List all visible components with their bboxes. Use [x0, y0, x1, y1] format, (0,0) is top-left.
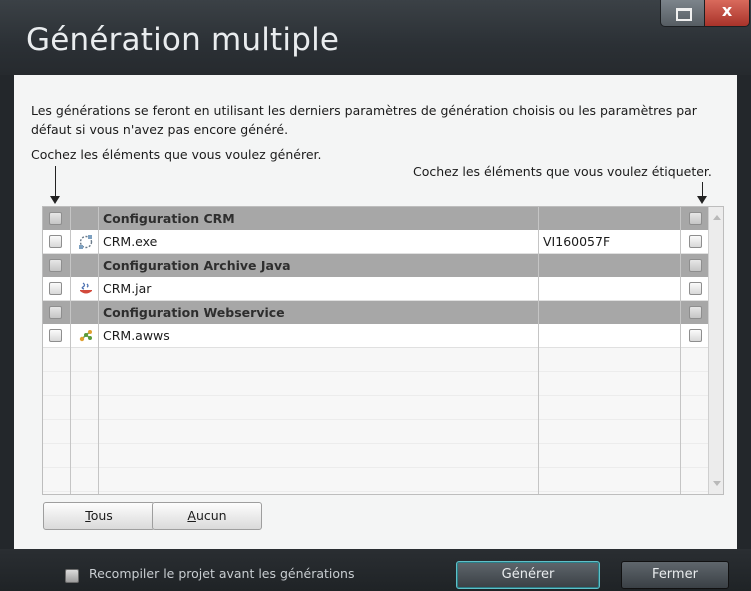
webservice-icon: [79, 330, 92, 342]
generation-grid[interactable]: Configuration CRM CRM.exe VI160057F Conf…: [42, 206, 724, 495]
empty-row: [43, 468, 723, 492]
arrow-label-icon: [697, 196, 707, 204]
table-row[interactable]: CRM.awws: [43, 324, 723, 348]
item-label: CRM.awws: [103, 328, 170, 343]
generate-checkbox[interactable]: [49, 259, 62, 272]
label-checkbox[interactable]: [689, 282, 702, 295]
label-checkbox[interactable]: [689, 306, 702, 319]
empty-row: [43, 396, 723, 420]
select-none-label: ucun: [195, 508, 227, 523]
label-checkbox[interactable]: [689, 212, 702, 225]
label-checkbox[interactable]: [689, 235, 702, 248]
table-row[interactable]: CRM.exe VI160057F: [43, 230, 723, 254]
group-row[interactable]: Configuration CRM: [43, 207, 723, 230]
dialog-window: Génération multiple x Les générations se…: [0, 0, 751, 591]
arrow-generate-icon: [50, 196, 60, 204]
group-label: Configuration Webservice: [103, 305, 285, 320]
close-button[interactable]: Fermer: [621, 561, 729, 589]
close-window-button[interactable]: x: [704, 0, 750, 27]
content-panel: Les générations se feront en utilisant l…: [14, 75, 737, 549]
recompile-label[interactable]: Recompiler le projet avant les génératio…: [89, 566, 354, 581]
label-checkbox[interactable]: [689, 259, 702, 272]
scroll-up-icon[interactable]: [713, 215, 721, 220]
empty-row: [43, 420, 723, 444]
table-row[interactable]: CRM.jar: [43, 277, 723, 301]
item-label: CRM.exe: [103, 234, 158, 249]
hint-label: Cochez les éléments que vous voulez étiq…: [413, 164, 712, 179]
scroll-down-icon[interactable]: [713, 481, 721, 486]
generate-checkbox[interactable]: [49, 306, 62, 319]
recompile-checkbox[interactable]: [65, 569, 79, 583]
exe-icon: [79, 235, 93, 249]
select-all-button[interactable]: Tous: [43, 502, 155, 530]
column-divider: [538, 207, 539, 494]
arrow-generate-line: [55, 166, 56, 200]
window-title: Génération multiple: [26, 22, 340, 58]
label-checkbox[interactable]: [689, 329, 702, 342]
close-icon: x: [721, 1, 733, 20]
generate-checkbox[interactable]: [49, 329, 62, 342]
empty-row: [43, 348, 723, 372]
vertical-scrollbar[interactable]: [708, 207, 723, 494]
java-jar-icon: [80, 282, 92, 294]
column-divider: [98, 207, 99, 494]
select-none-mnemonic: A: [187, 508, 196, 523]
group-label: Configuration CRM: [103, 211, 235, 226]
select-none-button[interactable]: Aucun: [152, 502, 262, 530]
maximize-button[interactable]: [660, 0, 706, 27]
group-row[interactable]: Configuration Archive Java: [43, 254, 723, 277]
group-row[interactable]: Configuration Webservice: [43, 301, 723, 324]
title-bar[interactable]: Génération multiple x: [0, 0, 751, 75]
item-label: CRM.jar: [103, 281, 152, 296]
generate-checkbox[interactable]: [49, 212, 62, 225]
group-label: Configuration Archive Java: [103, 258, 291, 273]
empty-row: [43, 444, 723, 468]
generate-checkbox[interactable]: [49, 235, 62, 248]
empty-row: [43, 372, 723, 396]
version-cell: VI160057F: [543, 234, 611, 249]
intro-text: Les générations se feront en utilisant l…: [31, 103, 697, 137]
select-all-label: ous: [90, 508, 113, 523]
generate-button[interactable]: Générer: [456, 561, 600, 589]
column-divider: [70, 207, 71, 494]
maximize-icon: [676, 8, 692, 21]
generate-checkbox[interactable]: [49, 282, 62, 295]
column-divider: [680, 207, 681, 494]
hint-generate: Cochez les éléments que vous voulez géné…: [31, 147, 322, 162]
